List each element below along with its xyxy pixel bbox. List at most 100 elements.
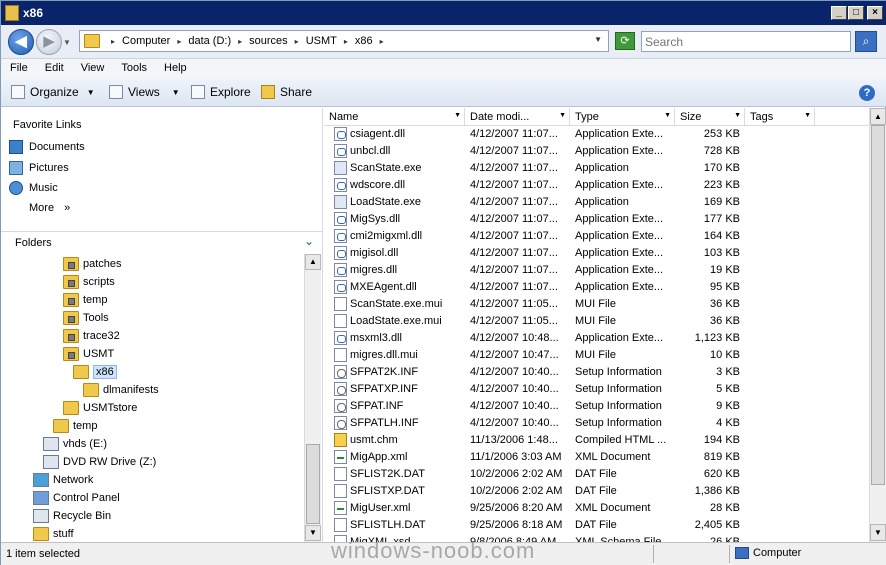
scroll-thumb[interactable] bbox=[871, 125, 885, 485]
explore-button[interactable]: Explore bbox=[191, 85, 251, 99]
tree-item-tools[interactable]: Tools bbox=[63, 310, 109, 326]
breadcrumb-item[interactable]: sources bbox=[247, 35, 290, 48]
scroll-thumb[interactable] bbox=[306, 444, 320, 524]
file-row[interactable]: migisol.dll 4/12/2007 11:07... Application… bbox=[324, 245, 869, 262]
favorite-documents[interactable]: Documents bbox=[9, 140, 85, 154]
breadcrumb-separator-icon[interactable]: ▸ bbox=[106, 35, 120, 48]
history-dropdown-icon[interactable]: ▼ bbox=[63, 38, 71, 47]
more-link[interactable]: More » bbox=[29, 202, 70, 214]
file-row[interactable]: unbcl.dll 4/12/2007 11:07... Application E… bbox=[324, 143, 869, 160]
scroll-up-button[interactable]: ▲ bbox=[870, 108, 886, 125]
tree-item-x86[interactable]: x86 bbox=[73, 364, 117, 380]
breadcrumb-item[interactable]: Computer bbox=[120, 35, 172, 48]
tree-item-stuff[interactable]: stuff bbox=[33, 526, 74, 542]
breadcrumb-separator-icon[interactable]: ▸ bbox=[375, 35, 389, 48]
tree-item-scripts[interactable]: scripts bbox=[63, 274, 115, 290]
search-box[interactable] bbox=[641, 31, 851, 52]
tree-item-usmt[interactable]: USMT bbox=[63, 346, 114, 362]
close-button[interactable]: × bbox=[867, 6, 883, 20]
minimize-button[interactable]: _ bbox=[831, 6, 847, 20]
menu-tools[interactable]: Tools bbox=[112, 59, 155, 79]
chevron-down-icon[interactable]: ▼ bbox=[454, 112, 461, 119]
search-input[interactable] bbox=[642, 32, 850, 51]
file-row[interactable]: MigUser.xml 9/25/2006 8:20 AM XML Document… bbox=[324, 500, 869, 517]
folder-icon bbox=[84, 34, 100, 48]
file-row[interactable]: MigSys.dll 4/12/2007 11:07... Application … bbox=[324, 211, 869, 228]
file-row[interactable]: MXEAgent.dll 4/12/2007 11:07... Applicatio… bbox=[324, 279, 869, 296]
file-row[interactable]: SFPAT.INF 4/12/2007 10:40... Setup Informa… bbox=[324, 398, 869, 415]
menu-file[interactable]: File bbox=[1, 59, 36, 79]
file-row[interactable]: LoadState.exe 4/12/2007 11:07... Applicati… bbox=[324, 194, 869, 211]
file-row[interactable]: SFPAT2K.INF 4/12/2007 10:40... Setup Infor… bbox=[324, 364, 869, 381]
views-button[interactable]: Views ▼ bbox=[109, 85, 180, 99]
file-row[interactable]: wdscore.dll 4/12/2007 11:07... Application… bbox=[324, 177, 869, 194]
file-row[interactable]: LoadState.exe.mui 4/12/2007 11:05... MUI F… bbox=[324, 313, 869, 330]
address-dropdown-icon[interactable]: ▼ bbox=[594, 35, 602, 44]
maximize-button[interactable]: □ bbox=[848, 6, 864, 20]
breadcrumb-separator-icon[interactable]: ▸ bbox=[172, 35, 186, 48]
file-row[interactable]: SFLISTXP.DAT 10/2/2006 2:02 AM DAT File 1,3… bbox=[324, 483, 869, 500]
breadcrumb-item[interactable]: USMT bbox=[304, 35, 339, 48]
column-name[interactable]: Name ▼ bbox=[324, 108, 465, 126]
share-button[interactable]: Share bbox=[261, 85, 312, 99]
column-size[interactable]: Size ▼ bbox=[675, 108, 745, 126]
forward-button[interactable]: ▶ bbox=[36, 29, 62, 55]
refresh-button[interactable]: ⟳ bbox=[615, 32, 635, 50]
file-row[interactable]: cmi2migxml.dll 4/12/2007 11:07... Applicat… bbox=[324, 228, 869, 245]
column-type[interactable]: Type ▼ bbox=[570, 108, 675, 126]
tree-item-trace32[interactable]: trace32 bbox=[63, 328, 120, 344]
file-list-scrollbar[interactable]: ▲ ▼ bbox=[869, 108, 886, 542]
favorite-pictures[interactable]: Pictures bbox=[9, 161, 69, 175]
scroll-down-button[interactable]: ▼ bbox=[870, 524, 886, 541]
file-row[interactable]: SFLISTLH.DAT 9/25/2006 8:18 AM DAT File 2,4… bbox=[324, 517, 869, 534]
file-row[interactable]: MigApp.xml 11/1/2006 3:03 AM XML Document 8… bbox=[324, 449, 869, 466]
column-date[interactable]: Date modi... ▼ bbox=[465, 108, 570, 126]
file-type: Application Exte... bbox=[575, 128, 664, 140]
chevron-down-icon[interactable]: ▼ bbox=[664, 112, 671, 119]
menu-help[interactable]: Help bbox=[155, 59, 195, 79]
file-row[interactable]: usmt.chm 11/13/2006 1:48... Compiled HTML … bbox=[324, 432, 869, 449]
file-row[interactable]: SFPATXP.INF 4/12/2007 10:40... Setup Infor… bbox=[324, 381, 869, 398]
back-button[interactable]: ◀ bbox=[8, 29, 34, 55]
tree-item-dvd-rw-drive-z[interactable]: DVD RW Drive (Z:) bbox=[43, 454, 156, 470]
address-bar[interactable]: ▸ Computer ▸ data (D:) ▸ sources ▸ USMT ▸ x86 ▸ ▼ bbox=[79, 30, 609, 52]
tree-item-vhds-e[interactable]: vhds (E:) bbox=[43, 436, 107, 452]
breadcrumb-separator-icon[interactable]: ▸ bbox=[233, 35, 247, 48]
menu-edit[interactable]: Edit bbox=[36, 59, 72, 79]
tree-item-network[interactable]: Network bbox=[33, 472, 93, 488]
breadcrumb-separator-icon[interactable]: ▸ bbox=[290, 35, 304, 48]
chevron-down-icon[interactable]: ▼ bbox=[804, 112, 811, 119]
chevron-down-icon[interactable]: ▼ bbox=[734, 112, 741, 119]
tree-item-temp[interactable]: temp bbox=[63, 292, 107, 308]
file-row[interactable]: migres.dll.mui 4/12/2007 10:47... MUI File… bbox=[324, 347, 869, 364]
tree-item-usmtstore[interactable]: USMTstore bbox=[63, 400, 137, 416]
help-button[interactable]: ? bbox=[859, 85, 875, 101]
file-row[interactable]: csiagent.dll 4/12/2007 11:07... Applicatio… bbox=[324, 126, 869, 143]
scroll-down-button[interactable]: ▼ bbox=[305, 525, 321, 541]
folder-icon bbox=[5, 5, 19, 21]
breadcrumb-separator-icon[interactable]: ▸ bbox=[339, 35, 353, 48]
folder-tree-scrollbar[interactable]: ▲ ▼ bbox=[304, 254, 321, 542]
file-row[interactable]: migres.dll 4/12/2007 11:07... Application … bbox=[324, 262, 869, 279]
search-button[interactable]: ⌕ bbox=[855, 31, 877, 52]
file-row[interactable]: ScanState.exe.mui 4/12/2007 11:05... MUI F… bbox=[324, 296, 869, 313]
tree-item-patches[interactable]: patches bbox=[63, 256, 122, 272]
scroll-up-button[interactable]: ▲ bbox=[305, 254, 321, 270]
chevron-down-icon[interactable]: ▼ bbox=[559, 112, 566, 119]
file-name: unbcl.dll bbox=[350, 145, 391, 157]
breadcrumb-item[interactable]: data (D:) bbox=[186, 35, 233, 48]
column-tags[interactable]: Tags ▼ bbox=[745, 108, 815, 126]
breadcrumb-item[interactable]: x86 bbox=[353, 35, 375, 48]
file-row[interactable]: ScanState.exe 4/12/2007 11:07... Applicati… bbox=[324, 160, 869, 177]
file-row[interactable]: SFLIST2K.DAT 10/2/2006 2:02 AM DAT File 620… bbox=[324, 466, 869, 483]
tree-item-temp[interactable]: temp bbox=[53, 418, 97, 434]
folders-header[interactable]: Folders ⌄ bbox=[1, 231, 322, 253]
file-row[interactable]: SFPATLH.INF 4/12/2007 10:40... Setup Infor… bbox=[324, 415, 869, 432]
file-row[interactable]: msxml3.dll 4/12/2007 10:48... Application … bbox=[324, 330, 869, 347]
organize-button[interactable]: Organize ▼ bbox=[11, 85, 95, 99]
menu-view[interactable]: View bbox=[72, 59, 113, 79]
tree-item-dlmanifests[interactable]: dlmanifests bbox=[83, 382, 159, 398]
tree-item-control-panel[interactable]: Control Panel bbox=[33, 490, 120, 506]
tree-item-recycle-bin[interactable]: Recycle Bin bbox=[33, 508, 111, 524]
favorite-music[interactable]: Music bbox=[9, 181, 58, 195]
